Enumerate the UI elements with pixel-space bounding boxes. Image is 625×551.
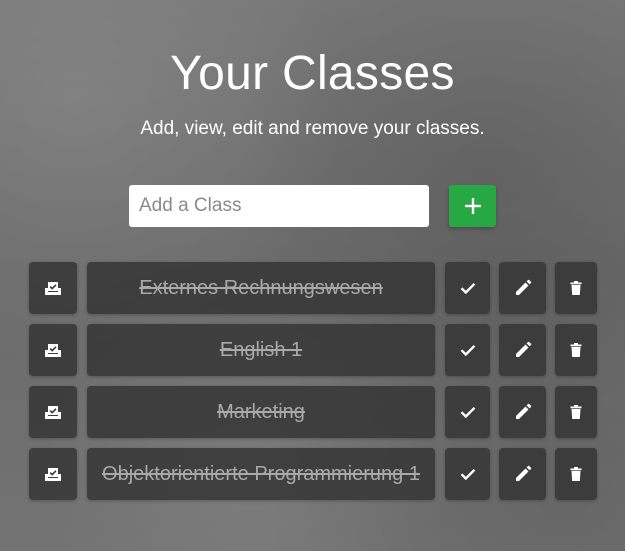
pencil-icon (515, 465, 531, 481)
archive-icon (45, 344, 61, 357)
class-row: Objektorientierte Programmierung 1 (29, 448, 597, 500)
delete-button[interactable] (555, 448, 597, 500)
pencil-icon (515, 279, 531, 295)
trash-icon (570, 405, 582, 419)
edit-button[interactable] (499, 262, 546, 314)
page-title: Your Classes (170, 47, 455, 100)
class-name-tile[interactable]: Objektorientierte Programmierung 1 (87, 448, 435, 500)
complete-button[interactable] (445, 324, 490, 376)
delete-button[interactable] (555, 324, 597, 376)
complete-button[interactable] (445, 386, 490, 438)
plus-icon (464, 198, 481, 214)
class-name-tile[interactable]: Marketing (87, 386, 435, 438)
complete-button[interactable] (445, 262, 490, 314)
class-row: English 1 (29, 324, 597, 376)
class-name: Marketing (217, 400, 305, 423)
archive-icon (45, 406, 61, 419)
classes-page: Your Classes Add, view, edit and remove … (0, 0, 625, 551)
check-icon (460, 406, 475, 418)
trash-icon (570, 281, 582, 295)
pencil-icon (515, 341, 531, 357)
edit-button[interactable] (499, 448, 546, 500)
edit-button[interactable] (499, 386, 546, 438)
trash-icon (570, 467, 582, 481)
archive-icon (45, 468, 61, 481)
complete-button[interactable] (445, 448, 490, 500)
delete-button[interactable] (555, 262, 597, 314)
class-name: Externes Rechnungswesen (139, 276, 383, 299)
class-name: English 1 (219, 338, 303, 361)
archive-button[interactable] (29, 448, 77, 500)
class-name-tile[interactable]: English 1 (87, 324, 435, 376)
page-subtitle: Add, view, edit and remove your classes. (140, 118, 485, 139)
check-icon (460, 282, 475, 294)
check-icon (460, 344, 475, 356)
archive-icon (45, 282, 61, 295)
pencil-icon (515, 403, 531, 419)
add-class-input[interactable] (129, 185, 429, 227)
class-name: Objektorientierte Programmierung 1 (102, 462, 420, 485)
class-row: Marketing (29, 386, 597, 438)
archive-button[interactable] (29, 324, 77, 376)
check-icon (460, 468, 475, 480)
delete-button[interactable] (555, 386, 597, 438)
trash-icon (570, 343, 582, 357)
class-name-tile[interactable]: Externes Rechnungswesen (87, 262, 435, 314)
class-row: Externes Rechnungswesen (29, 262, 597, 314)
archive-button[interactable] (29, 386, 77, 438)
edit-button[interactable] (499, 324, 546, 376)
archive-button[interactable] (29, 262, 77, 314)
add-class-button[interactable] (449, 185, 496, 227)
